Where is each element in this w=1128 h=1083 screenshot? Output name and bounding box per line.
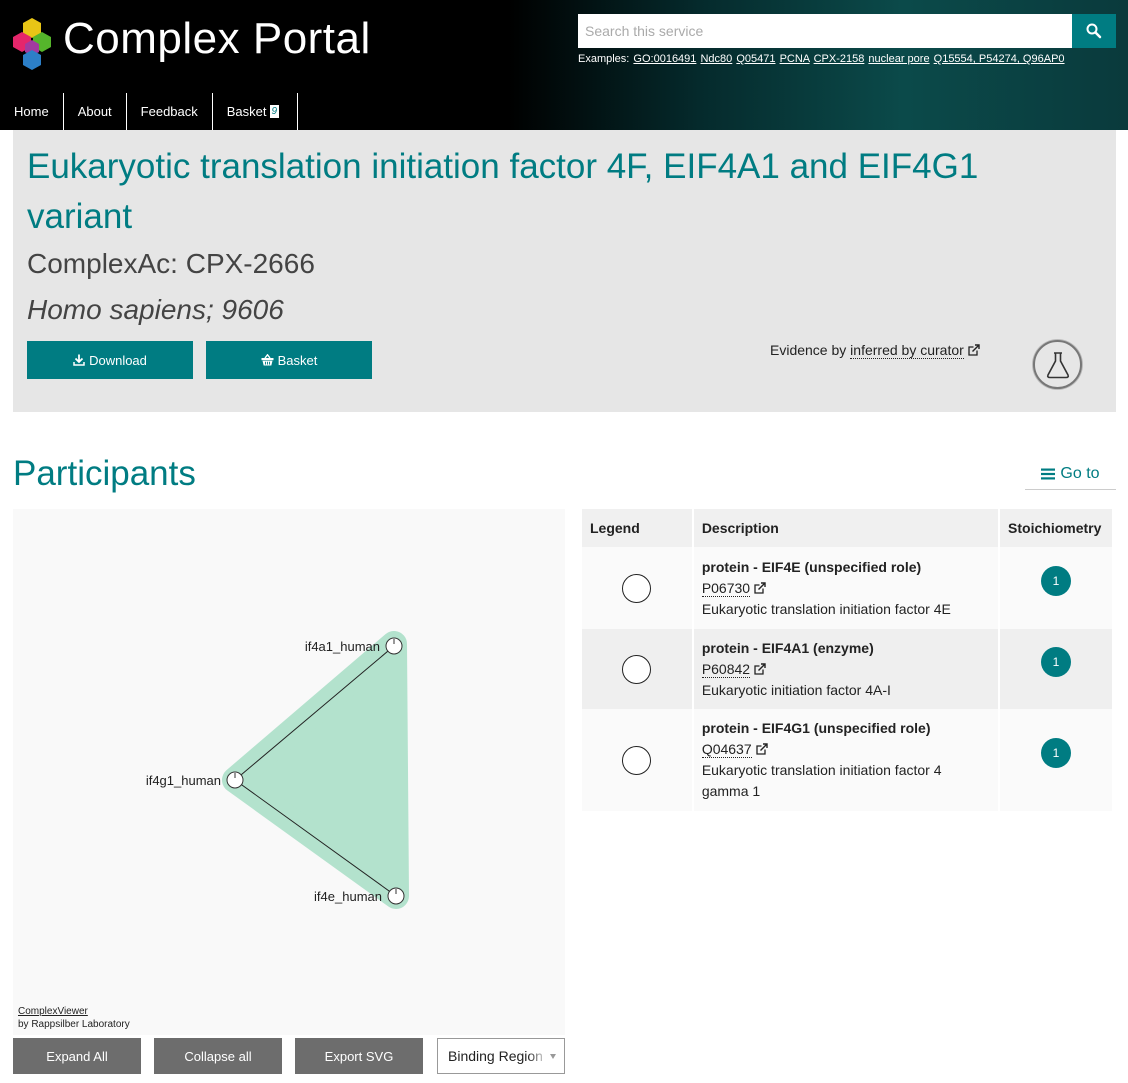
nav-basket[interactable]: Basket 9	[213, 93, 299, 130]
masthead: Complex Portal Examples: GO:0016491 Ndc8…	[0, 0, 1128, 130]
external-link-icon	[754, 581, 766, 594]
external-link-icon	[968, 344, 980, 356]
basket-icon	[261, 354, 274, 366]
complex-viewer[interactable]: if4a1_human if4g1_human if4e_human Compl…	[13, 509, 565, 1035]
binding-region-select[interactable]: Binding Region	[437, 1038, 565, 1074]
legend-cell	[582, 629, 692, 709]
search-icon	[1086, 23, 1102, 39]
external-link-icon	[755, 743, 768, 755]
column-header-legend: Legend	[582, 509, 692, 547]
participant-name: Eukaryotic translation initiation factor…	[701, 762, 942, 799]
uniprot-link[interactable]: Q04637	[701, 741, 752, 758]
evidence-prefix: Evidence by	[770, 342, 847, 358]
description-cell: protein - EIF4E (unspecified role) P0673…	[693, 547, 999, 629]
download-icon	[73, 354, 85, 366]
example-link[interactable]: PCNA	[780, 53, 810, 65]
node-label: if4a1_human	[305, 639, 380, 654]
example-link[interactable]: Q05471	[736, 53, 775, 65]
example-link[interactable]: Ndc80	[700, 53, 732, 65]
participant-name: Eukaryotic initiation factor 4A-I	[701, 681, 891, 698]
select-fade	[528, 1039, 548, 1073]
expand-all-button[interactable]: Expand All	[13, 1038, 141, 1074]
viewer-credit: ComplexViewer by Rappsilber Laboratory	[18, 1005, 130, 1031]
evidence-line: Evidence by inferred by curator	[770, 342, 980, 359]
example-link[interactable]: Q15554, P54274, Q96AP0	[934, 53, 1065, 65]
examples-label: Examples:	[578, 53, 630, 65]
legend-cell	[582, 709, 692, 811]
participants-table: Legend Description Stoichiometry protein…	[580, 509, 1114, 811]
menu-icon	[1041, 468, 1056, 479]
participant-title: protein - EIF4G1 (unspecified role)	[701, 720, 931, 736]
nav-label: About	[77, 104, 112, 119]
legend-cell	[582, 547, 692, 629]
button-label: Expand All	[46, 1048, 108, 1064]
legend-circle-icon	[622, 745, 652, 775]
nav-home[interactable]: Home	[0, 93, 64, 130]
nav-label: Feedback	[140, 104, 198, 119]
interaction-graph[interactable]: if4a1_human if4g1_human if4e_human	[13, 509, 565, 1035]
table-row: protein - EIF4E (unspecified role) P0673…	[582, 547, 1112, 629]
uniprot-link[interactable]: P60842	[701, 660, 751, 678]
evidence-flask-icon	[1033, 340, 1082, 389]
goto-menu-button[interactable]: Go to	[1025, 458, 1116, 490]
search-button[interactable]	[1072, 14, 1116, 48]
search-input[interactable]	[578, 14, 1072, 48]
basket-label: Basket	[277, 352, 318, 368]
complexviewer-link[interactable]: ComplexViewer	[18, 1006, 88, 1017]
complex-portal-logo-icon[interactable]	[12, 16, 52, 72]
participant-title: protein - EIF4A1 (enzyme)	[701, 639, 874, 656]
legend-circle-icon	[622, 654, 652, 684]
column-header-description: Description	[693, 509, 999, 547]
stoichiometry-cell: 1	[1000, 709, 1112, 811]
example-link[interactable]: nuclear pore	[868, 53, 929, 65]
credit-text: by Rappsilber Laboratory	[18, 1019, 130, 1030]
evidence-link[interactable]: inferred by curator	[850, 342, 964, 359]
table-row: protein - EIF4A1 (enzyme) P60842 Eukaryo…	[582, 629, 1112, 709]
button-label: Collapse all	[184, 1048, 252, 1064]
nav-label: Basket	[226, 104, 267, 119]
organism: Homo sapiens; 9606	[27, 294, 284, 325]
goto-label: Go to	[1060, 464, 1100, 482]
download-button[interactable]: Download	[27, 341, 193, 379]
description-cell: protein - EIF4G1 (unspecified role) Q046…	[693, 709, 999, 811]
stoichiometry-cell: 1	[1000, 547, 1112, 629]
external-link-icon	[754, 662, 766, 675]
nav-about[interactable]: About	[64, 93, 127, 130]
nav-label: Home	[14, 104, 49, 119]
stoichiometry-badge: 1	[1041, 566, 1072, 596]
nav-feedback[interactable]: Feedback	[127, 93, 213, 130]
collapse-all-button[interactable]: Collapse all	[154, 1038, 282, 1074]
search-examples: Examples: GO:0016491 Ndc80 Q05471 PCNA C…	[578, 53, 1065, 65]
site-title[interactable]: Complex Portal	[63, 14, 371, 64]
example-link[interactable]: GO:0016491	[633, 53, 696, 65]
stoichiometry-badge: 1	[1041, 647, 1072, 677]
complex-summary-panel: Eukaryotic translation initiation factor…	[13, 130, 1116, 412]
complex-title: Eukaryotic translation initiation factor…	[27, 147, 979, 236]
column-header-stoichiometry: Stoichiometry	[1000, 509, 1112, 547]
stoichiometry-badge: 1	[1041, 738, 1072, 768]
node-if4e[interactable]: if4e_human	[314, 887, 405, 905]
complex-hull	[222, 631, 409, 909]
participant-name: Eukaryotic translation initiation factor…	[701, 600, 951, 617]
legend-circle-icon	[622, 573, 652, 603]
complex-accession: ComplexAc: CPX-2666	[27, 248, 315, 279]
download-label: Download	[89, 352, 147, 368]
node-label: if4g1_human	[146, 773, 221, 788]
chevron-down-icon	[550, 1054, 556, 1059]
node-label: if4e_human	[314, 889, 382, 904]
uniprot-link[interactable]: P06730	[701, 579, 751, 597]
participants-heading: Participants	[13, 454, 196, 493]
add-to-basket-button[interactable]: Basket	[206, 341, 372, 379]
example-link[interactable]: CPX-2158	[814, 53, 865, 65]
stoichiometry-cell: 1	[1000, 629, 1112, 709]
export-svg-button[interactable]: Export SVG	[295, 1038, 423, 1074]
main-nav: Home About Feedback Basket 9	[0, 93, 299, 130]
participant-title: protein - EIF4E (unspecified role)	[701, 558, 922, 575]
description-cell: protein - EIF4A1 (enzyme) P60842 Eukaryo…	[693, 629, 999, 709]
table-row: protein - EIF4G1 (unspecified role) Q046…	[582, 709, 1112, 811]
button-label: Export SVG	[324, 1048, 394, 1064]
basket-count-badge: 9	[269, 105, 280, 118]
